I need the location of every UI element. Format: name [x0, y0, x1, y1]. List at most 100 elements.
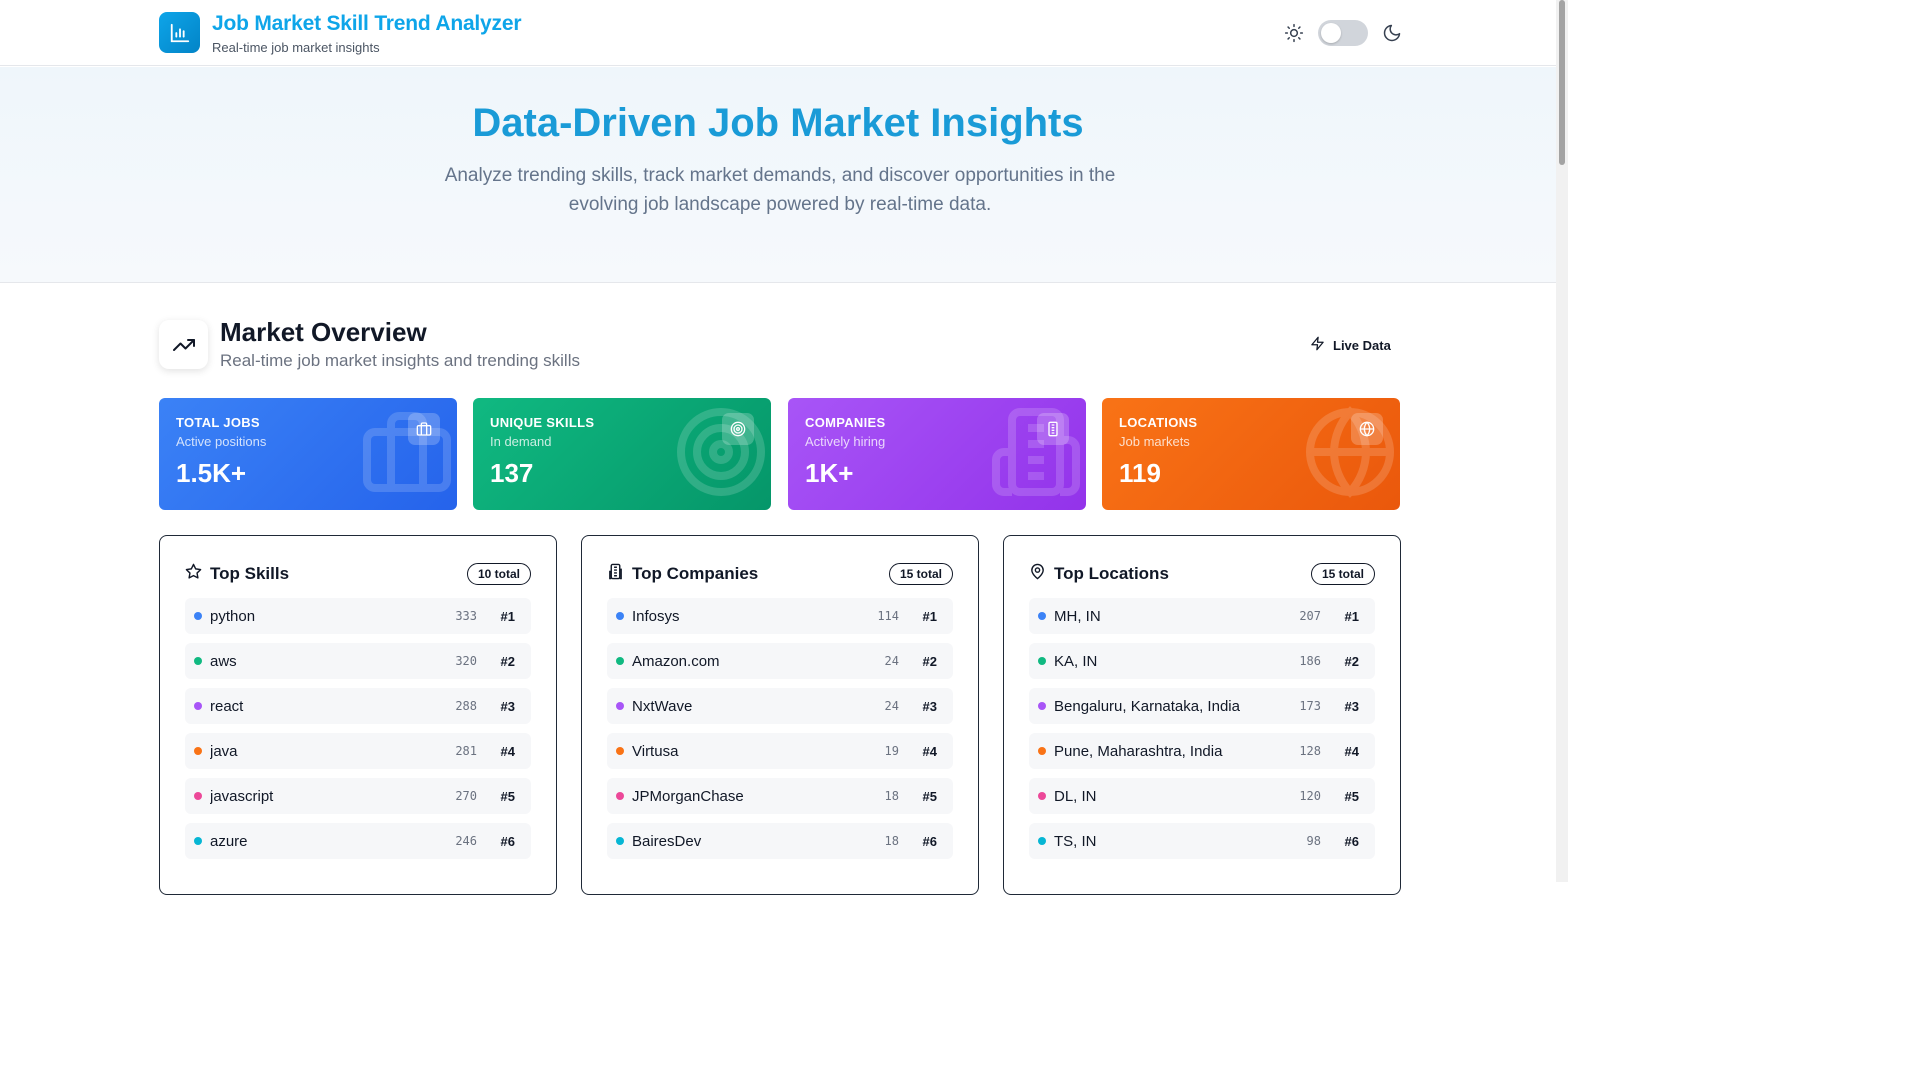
item-count: 207 — [1299, 609, 1321, 623]
item-count: 173 — [1299, 699, 1321, 713]
item-rank: #4 — [922, 743, 937, 759]
item-count: 18 — [884, 789, 899, 803]
item-name: Bengaluru, Karnataka, India — [1054, 697, 1240, 715]
section-title: Market Overview — [220, 317, 427, 347]
star-icon — [185, 563, 202, 585]
color-dot — [194, 792, 202, 800]
item-count: 246 — [455, 834, 477, 848]
live-data-indicator[interactable]: Live Data — [1310, 335, 1391, 355]
item-rank: #5 — [1344, 788, 1359, 804]
item-name: BairesDev — [632, 832, 702, 850]
item-name: JPMorganChase — [632, 787, 744, 805]
scrollbar-thumb[interactable] — [1559, 0, 1565, 165]
top-locations-panel: Top Locations 15 total MH, IN 207 #1 KA, IN… — [1003, 535, 1401, 895]
color-dot — [1038, 792, 1046, 800]
color-dot — [1038, 702, 1046, 710]
item-count: 19 — [884, 744, 899, 758]
globe-icon — [1306, 406, 1394, 498]
list-item[interactable]: aws 320 #2 — [185, 643, 531, 679]
item-count: 114 — [877, 609, 899, 623]
list-item[interactable]: BairesDev 18 #6 — [607, 823, 953, 859]
item-rank: #6 — [500, 833, 515, 849]
building-icon — [1037, 413, 1069, 445]
panel-title: Top Companies — [632, 564, 759, 583]
list-item[interactable]: Amazon.com 24 #2 — [607, 643, 953, 679]
count-badge: 15 total — [888, 563, 953, 585]
color-dot — [194, 657, 202, 665]
list-item[interactable]: Pune, Maharashtra, India 128 #4 — [1029, 733, 1375, 769]
color-dot — [616, 837, 624, 845]
item-count: 186 — [1299, 654, 1321, 668]
list-item[interactable]: Bengaluru, Karnataka, India 173 #3 — [1029, 688, 1375, 724]
item-count: 128 — [1299, 744, 1321, 758]
item-name: KA, IN — [1054, 652, 1098, 670]
list-item[interactable]: JPMorganChase 18 #5 — [607, 778, 953, 814]
color-dot — [194, 747, 202, 755]
color-dot — [194, 612, 202, 620]
item-count: 333 — [455, 609, 477, 623]
item-rank: #1 — [922, 608, 937, 624]
panel-title: Top Skills — [210, 564, 290, 583]
stat-card-locations[interactable]: Locations Job markets 119 — [1102, 398, 1400, 510]
list-item[interactable]: python 333 #1 — [185, 598, 531, 634]
companies-list: Infosys 114 #1 Amazon.com 24 #2 NxtWave 24 #3 Vir… — [607, 598, 953, 868]
hero-section: Data-Driven Job Market Insights Analyze … — [0, 67, 1556, 283]
stat-value: 119 — [1119, 458, 1161, 488]
item-rank: #2 — [500, 653, 515, 669]
list-item[interactable]: TS, IN 98 #6 — [1029, 823, 1375, 859]
toggle-knob — [1321, 23, 1341, 43]
list-item[interactable]: react 288 #3 — [185, 688, 531, 724]
hero-title: Data-Driven Job Market Insights — [472, 101, 1084, 145]
section-subtitle: Real-time job market insights and trendi… — [220, 351, 580, 370]
list-item[interactable]: KA, IN 186 #2 — [1029, 643, 1375, 679]
panel-title: Top Locations — [1054, 564, 1169, 583]
color-dot — [616, 792, 624, 800]
stat-label: Total Jobs — [176, 415, 260, 430]
list-item[interactable]: java 281 #4 — [185, 733, 531, 769]
item-name: aws — [210, 652, 237, 670]
bar-chart-icon[interactable] — [159, 12, 200, 53]
item-name: Virtusa — [632, 742, 679, 760]
top-companies-panel: Top Companies 15 total Infosys 114 #1 Amazo… — [581, 535, 979, 895]
stat-sublabel: Job markets — [1119, 434, 1190, 449]
item-count: 24 — [884, 654, 899, 668]
item-rank: #5 — [500, 788, 515, 804]
stat-card-companies[interactable]: Companies Actively hiring 1K+ — [788, 398, 1086, 510]
item-rank: #3 — [922, 698, 937, 714]
app-title[interactable]: Job Market Skill Trend Analyzer — [212, 12, 521, 36]
panel-header: Top Companies 15 total — [607, 562, 953, 586]
item-count: 120 — [1299, 789, 1321, 803]
item-rank: #1 — [500, 608, 515, 624]
color-dot — [616, 612, 624, 620]
list-item[interactable]: Virtusa 19 #4 — [607, 733, 953, 769]
color-dot — [616, 657, 624, 665]
item-count: 18 — [884, 834, 899, 848]
list-item[interactable]: MH, IN 207 #1 — [1029, 598, 1375, 634]
hero-text: Analyze trending skills, track market de… — [444, 165, 1116, 215]
item-name: NxtWave — [632, 697, 693, 715]
list-item[interactable]: azure 246 #6 — [185, 823, 531, 859]
locations-list: MH, IN 207 #1 KA, IN 186 #2 Bengaluru, Karnata… — [1029, 598, 1375, 868]
item-name: azure — [210, 832, 248, 850]
item-count: 270 — [455, 789, 477, 803]
item-rank: #5 — [922, 788, 937, 804]
list-item[interactable]: NxtWave 24 #3 — [607, 688, 953, 724]
theme-toggle[interactable] — [1318, 20, 1368, 46]
list-item[interactable]: DL, IN 120 #5 — [1029, 778, 1375, 814]
item-name: TS, IN — [1054, 832, 1097, 850]
page-scrollbar[interactable] — [1556, 0, 1568, 882]
item-rank: #1 — [1344, 608, 1359, 624]
color-dot — [616, 702, 624, 710]
item-rank: #2 — [922, 653, 937, 669]
briefcase-icon — [363, 412, 451, 492]
stat-label: Locations — [1119, 415, 1198, 430]
color-dot — [194, 702, 202, 710]
item-name: react — [210, 697, 244, 715]
list-item[interactable]: Infosys 114 #1 — [607, 598, 953, 634]
stat-value: 1K+ — [805, 458, 854, 488]
stat-card-total-jobs[interactable]: Total Jobs Active positions 1.5K+ — [159, 398, 457, 510]
list-item[interactable]: javascript 270 #5 — [185, 778, 531, 814]
stat-card-unique-skills[interactable]: Unique Skills In demand 137 — [473, 398, 771, 510]
app-header: Job Market Skill Trend Analyzer Real-tim… — [0, 0, 1556, 66]
count-badge: 10 total — [466, 563, 531, 585]
